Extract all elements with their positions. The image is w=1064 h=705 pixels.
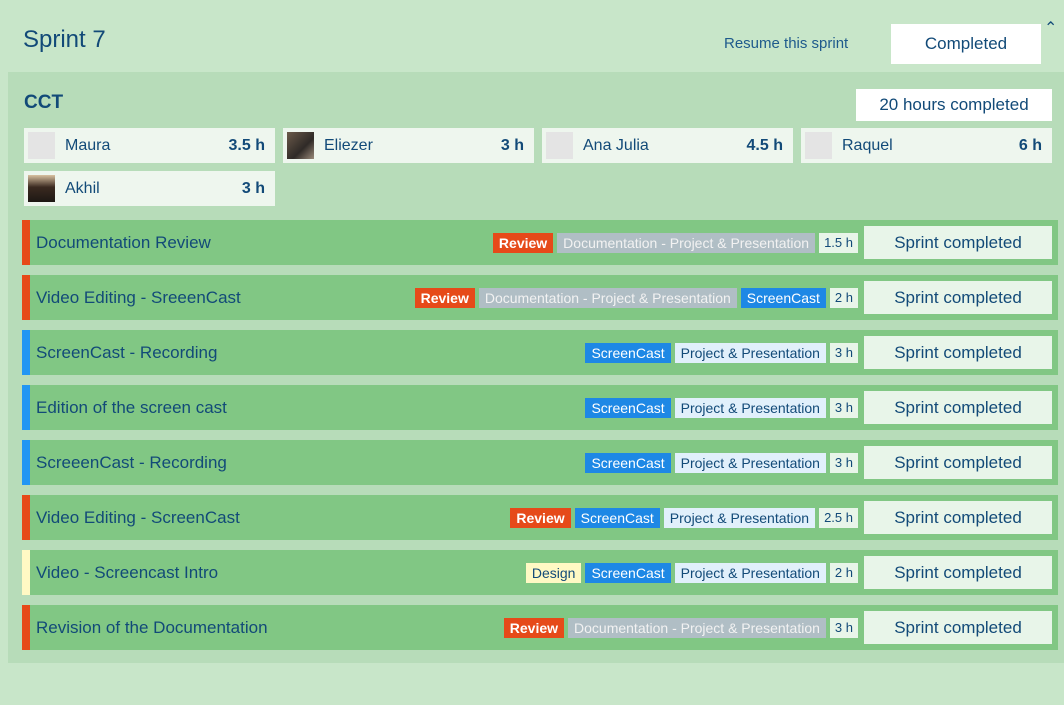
member-name: Ana Julia [583, 136, 649, 154]
sprint-header: Sprint 7 Resume this sprint Completed ⌃ [8, 8, 1064, 72]
member-hours: 3.5 h [228, 136, 265, 154]
member-hours: 3 h [241, 179, 265, 197]
member-card: Raquel 6 h [801, 128, 1052, 163]
task-title[interactable]: Video - Screencast Intro [30, 563, 526, 583]
member-name: Raquel [842, 136, 893, 154]
tag-screencast: ScreenCast [574, 507, 660, 528]
sprint-completed-button[interactable]: Sprint completed [864, 391, 1052, 424]
sprint-completed-button[interactable]: Sprint completed [864, 501, 1052, 534]
task-hours: 3 h [829, 397, 858, 418]
resume-sprint-link[interactable]: Resume this sprint [724, 35, 848, 52]
task-title[interactable]: Edition of the screen cast [30, 398, 585, 418]
tag-screencast: ScreenCast [585, 397, 671, 418]
member-name: Akhil [65, 179, 100, 197]
task-hours: 1.5 h [819, 232, 858, 253]
tag-design: Design [525, 562, 582, 583]
sprint-completed-button[interactable]: Sprint completed [864, 226, 1052, 259]
tag-review: Review [414, 287, 475, 308]
tag-project: Project & Presentation [674, 342, 826, 363]
tag-documentation: Documentation - Project & Presentation [557, 232, 816, 253]
tag-screencast: ScreenCast [585, 562, 671, 583]
tag-project: Project & Presentation [674, 452, 826, 473]
task-row[interactable]: Revision of the Documentation Review Doc… [22, 605, 1058, 650]
chevron-up-icon[interactable]: ⌃ [1044, 18, 1057, 38]
sprint-completed-button[interactable]: Sprint completed [864, 446, 1052, 479]
tag-project: Project & Presentation [674, 397, 826, 418]
member-card: Eliezer 3 h [283, 128, 534, 163]
tag-project: Project & Presentation [663, 507, 816, 528]
task-hours: 3 h [829, 342, 858, 363]
task-row[interactable]: Documentation Review Review Documentatio… [22, 220, 1058, 265]
tag-review: Review [510, 507, 571, 528]
tag-project: Project & Presentation [674, 562, 826, 583]
task-row[interactable]: Video Editing - ScreenCast Review Screen… [22, 495, 1058, 540]
sprint-completed-button[interactable]: Sprint completed [864, 336, 1052, 369]
task-row[interactable]: Edition of the screen cast ScreenCast Pr… [22, 385, 1058, 430]
member-name: Eliezer [324, 136, 373, 154]
tag-documentation: Documentation - Project & Presentation [568, 617, 826, 638]
task-hours: 2.5 h [819, 507, 858, 528]
hours-completed-badge: 20 hours completed [856, 89, 1052, 121]
sprint-completed-button[interactable]: Sprint completed [864, 556, 1052, 589]
avatar [28, 132, 55, 159]
task-title[interactable]: Revision of the Documentation [30, 618, 504, 638]
task-hours: 3 h [829, 452, 858, 473]
member-card: Ana Julia 4.5 h [542, 128, 793, 163]
task-hours: 3 h [829, 617, 858, 638]
member-card: Akhil 3 h [24, 171, 275, 206]
team-name: CCT [24, 92, 64, 113]
avatar [546, 132, 573, 159]
avatar [287, 132, 314, 159]
member-hours: 4.5 h [746, 136, 783, 154]
tag-review: Review [503, 617, 565, 638]
task-row[interactable]: ScreeenCast - Recording ScreenCast Proje… [22, 440, 1058, 485]
task-hours: 2 h [829, 562, 858, 583]
task-hours: 2 h [829, 287, 858, 308]
task-row[interactable]: Video - Screencast Intro Design ScreenCa… [22, 550, 1058, 595]
sprint-panel: Sprint 7 Resume this sprint Completed ⌃ … [8, 8, 1064, 663]
team-section: CCT 20 hours completed Maura 3.5 h Eliez… [8, 72, 1064, 663]
avatar [805, 132, 832, 159]
tag-documentation: Documentation - Project & Presentation [478, 287, 737, 308]
task-title[interactable]: ScreenCast - Recording [30, 343, 585, 363]
task-row[interactable]: ScreenCast - Recording ScreenCast Projec… [22, 330, 1058, 375]
task-title[interactable]: Documentation Review [30, 233, 493, 253]
tag-screencast: ScreenCast [585, 452, 671, 473]
member-card: Maura 3.5 h [24, 128, 275, 163]
tag-screencast: ScreenCast [740, 287, 826, 308]
tag-screencast: ScreenCast [585, 342, 671, 363]
member-hours: 6 h [1018, 136, 1042, 154]
task-row[interactable]: Video Editing - SreeenCast Review Docume… [22, 275, 1058, 320]
task-title[interactable]: Video Editing - SreeenCast [30, 288, 415, 308]
task-title[interactable]: Video Editing - ScreenCast [30, 508, 510, 528]
avatar [28, 175, 55, 202]
task-title[interactable]: ScreeenCast - Recording [30, 453, 585, 473]
sprint-completed-button[interactable]: Sprint completed [864, 611, 1052, 644]
completed-button[interactable]: Completed [891, 24, 1041, 64]
member-hours: 3 h [500, 136, 524, 154]
member-name: Maura [65, 136, 111, 154]
tag-review: Review [492, 232, 554, 253]
sprint-completed-button[interactable]: Sprint completed [864, 281, 1052, 314]
sprint-title: Sprint 7 [23, 26, 106, 53]
